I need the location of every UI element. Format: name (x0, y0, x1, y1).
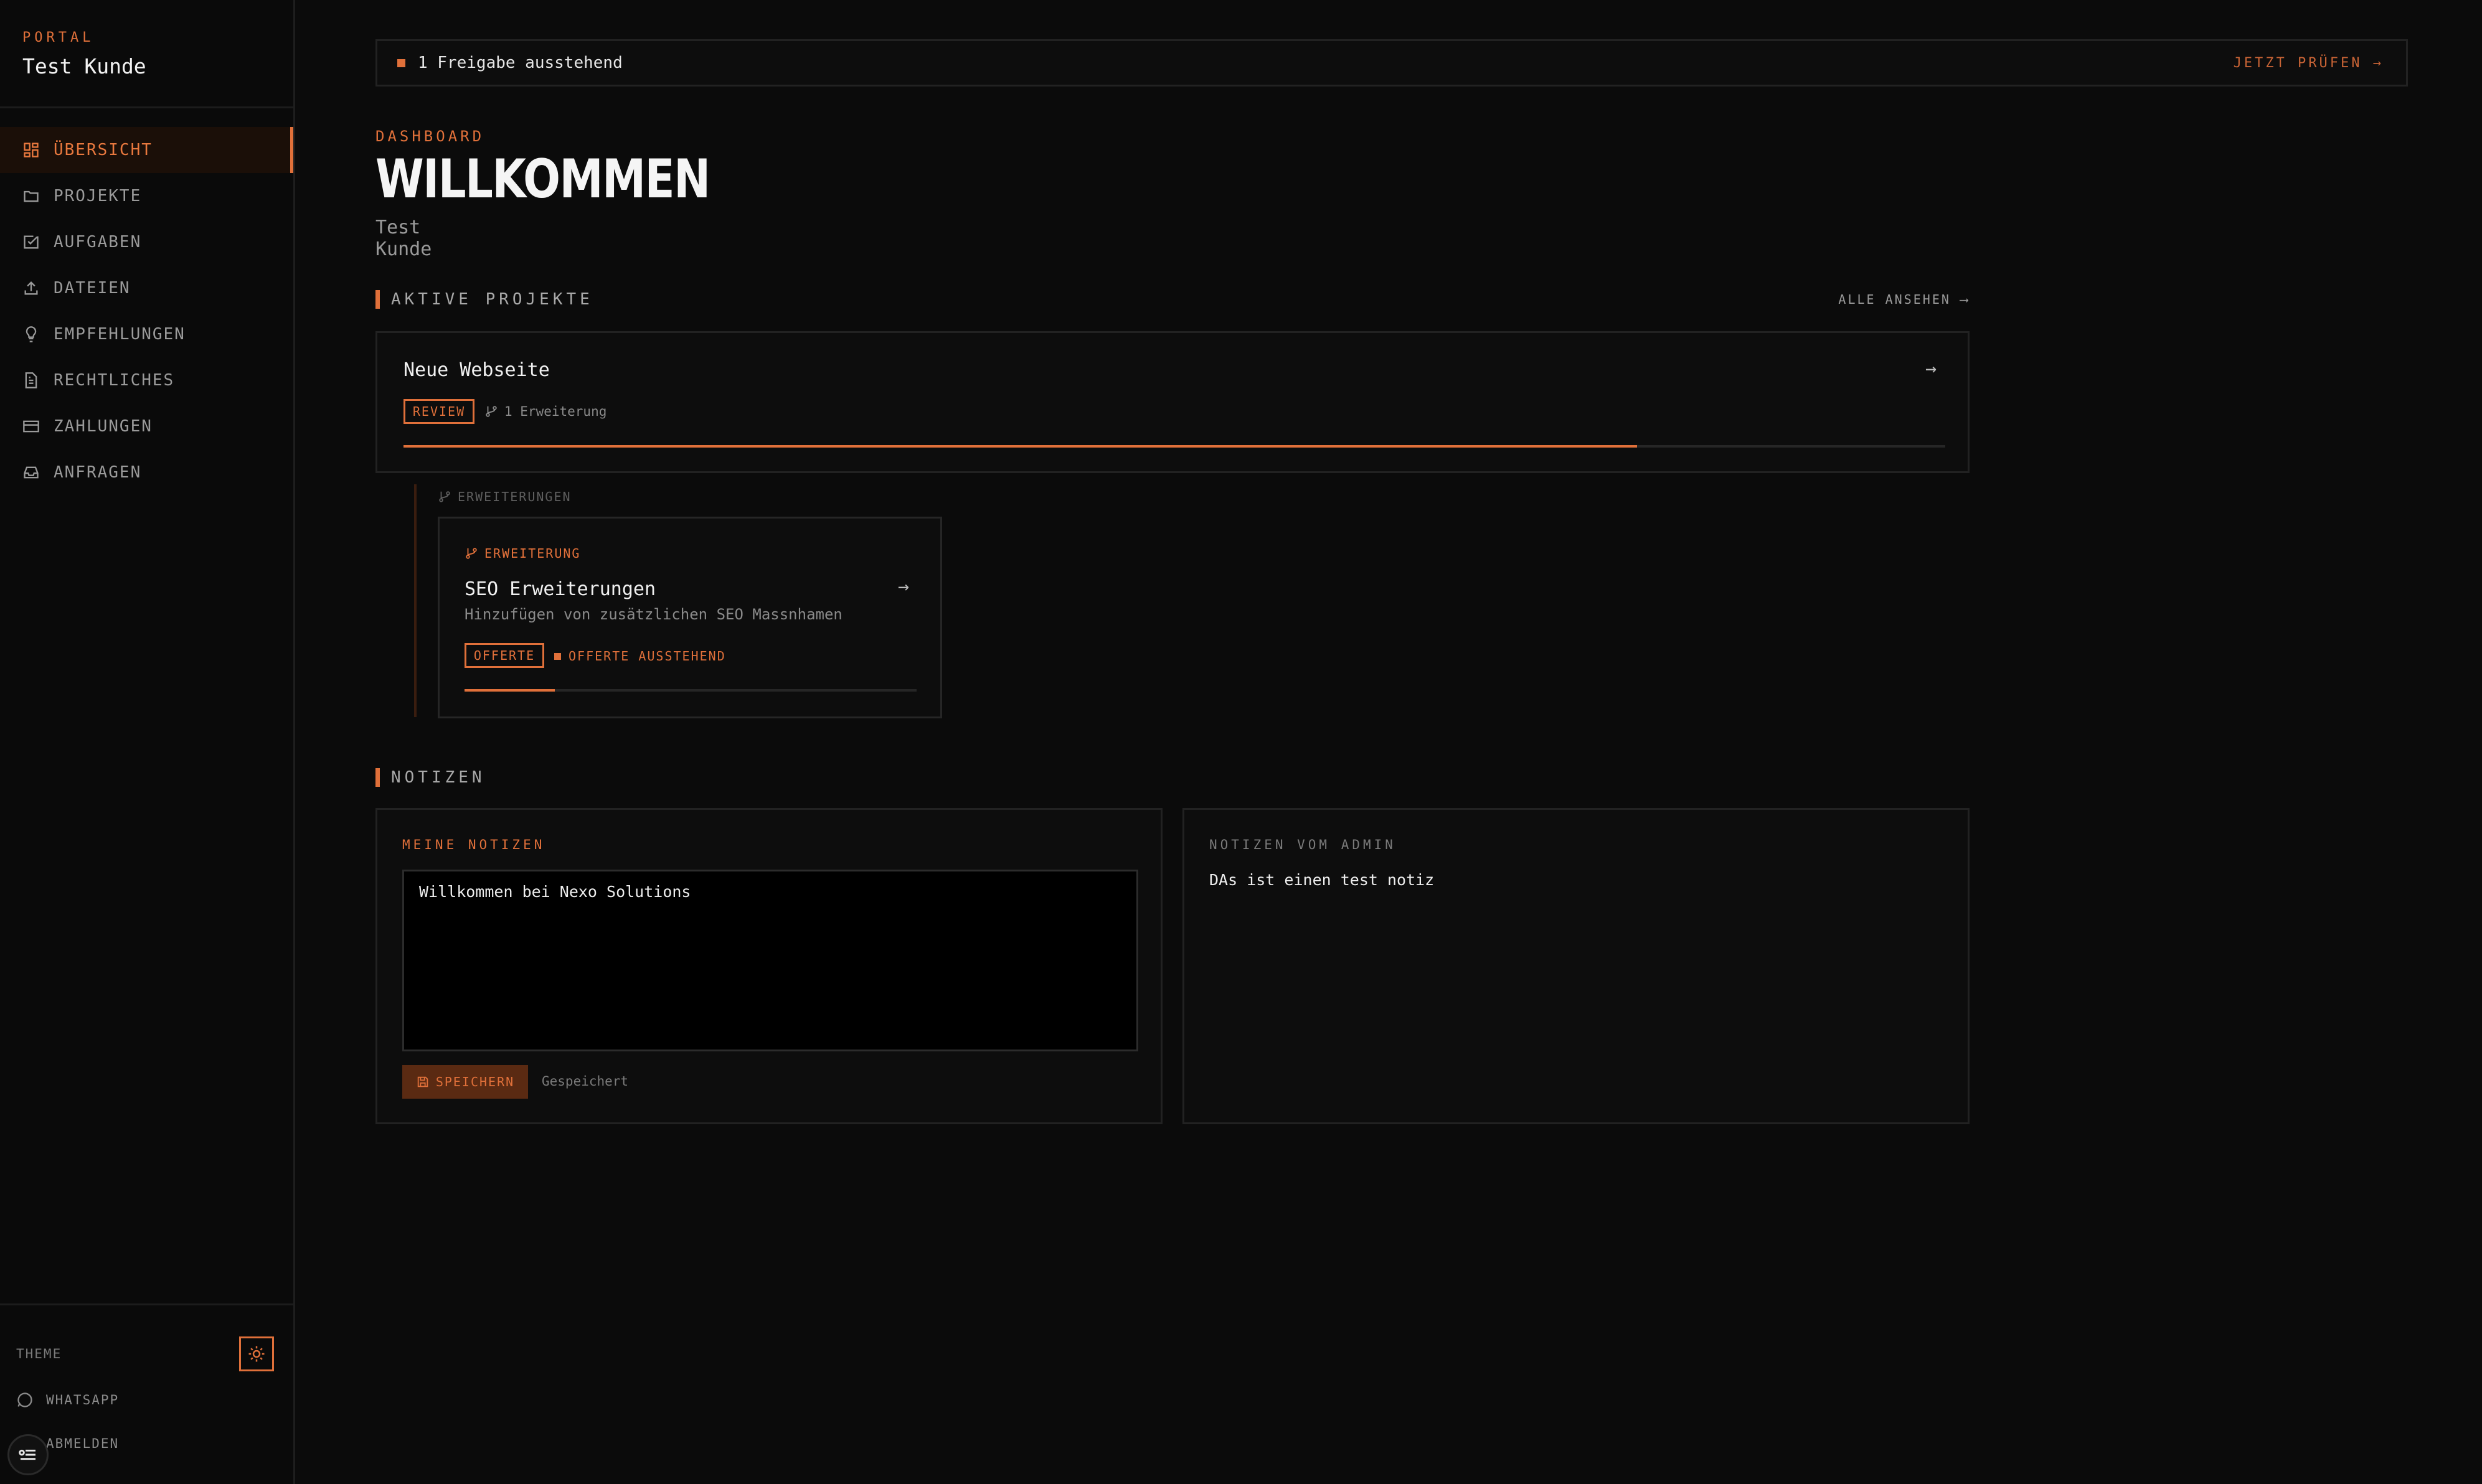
extensions-header: ERWEITERUNGEN (438, 489, 572, 504)
extension-kicker: ERWEITERUNG (465, 546, 580, 561)
notes-section-header: NOTIZEN (375, 768, 1970, 787)
pending-indicator (554, 652, 561, 660)
extension-rail (414, 484, 417, 717)
extension-count: 1 Erweiterung (484, 404, 606, 419)
upload-icon (24, 281, 38, 295)
section-title: AKTIVE PROJEKTE (375, 290, 593, 309)
pending-label: OFFERTE AUSSTEHEND (569, 649, 726, 664)
alert-text: 1 Freigabe ausstehend (418, 54, 623, 72)
admin-notes-text: DAs ist einen test notiz (1209, 871, 1435, 889)
status-badge: OFFERTE (465, 643, 544, 668)
admin-notes-kicker: NOTIZEN VOM ADMIN (1209, 837, 1396, 852)
project-card[interactable]: Neue Webseite → REVIEW 1 Erweiterung (375, 331, 1970, 473)
whatsapp-link[interactable]: WHATSAPP (16, 1391, 119, 1409)
sidebar: PORTAL Test Kunde ÜBERSICHT PROJEKTE AUF… (0, 0, 295, 1484)
sidebar-item-rechtliches[interactable]: RECHTLICHES (0, 357, 293, 403)
extension-progress-fill (465, 689, 555, 692)
document-icon (25, 372, 37, 388)
git-branch-icon (439, 491, 450, 502)
sidebar-item-projekte[interactable]: PROJEKTE (0, 173, 293, 219)
sun-icon (248, 1346, 265, 1362)
dashboard-icon (24, 143, 39, 157)
lightbulb-icon (26, 326, 37, 342)
sidebar-item-label: EMPFEHLUNGEN (54, 325, 186, 344)
status-badge: REVIEW (403, 399, 474, 424)
projects-section-header: AKTIVE PROJEKTE ALLE ANSEHEN ⟶ (375, 290, 1970, 309)
logout-label: ABMELDEN (46, 1436, 120, 1451)
save-button-label: SPEICHERN (435, 1074, 515, 1089)
extension-description: Hinzufügen von zusätzlichen SEO Massnham… (465, 606, 842, 623)
git-branch-icon (486, 406, 497, 417)
sidebar-item-dateien[interactable]: DATEIEN (0, 265, 293, 311)
extension-progress-bar (465, 689, 917, 692)
sidebar-item-label: DATEIEN (54, 279, 131, 298)
extension-card[interactable]: ERWEITERUNG SEO Erweiterungen → Hinzufüg… (438, 517, 942, 718)
approval-alert: 1 Freigabe ausstehend JETZT PRÜFEN → (375, 39, 2408, 87)
extension-count-label: 1 Erweiterung (504, 404, 607, 419)
sidebar-item-label: RECHTLICHES (54, 371, 175, 390)
sidebar-item-zahlungen[interactable]: ZAHLUNGEN (0, 403, 293, 449)
sidebar-item-label: ZAHLUNGEN (54, 417, 153, 436)
pending-status: OFFERTE AUSSTEHEND (554, 649, 726, 664)
theme-toggle-button[interactable] (239, 1336, 274, 1371)
theme-row: THEME (16, 1335, 274, 1373)
theme-label: THEME (16, 1346, 62, 1361)
sidebar-item-label: ANFRAGEN (54, 463, 142, 482)
floating-menu-button[interactable] (7, 1434, 49, 1475)
sidebar-item-label: PROJEKTE (54, 187, 142, 205)
sidebar-item-aufgaben[interactable]: AUFGABEN (0, 219, 293, 265)
admin-notes-card: NOTIZEN VOM ADMIN DAs ist einen test not… (1182, 808, 1970, 1124)
credit-card-icon (23, 420, 39, 433)
extensions-header-label: ERWEITERUNGEN (458, 489, 572, 504)
menu-icon (19, 1449, 35, 1460)
sidebar-item-label: ÜBERSICHT (54, 141, 153, 159)
project-progress-fill (403, 445, 1637, 448)
page-kicker: DASHBOARD (375, 128, 485, 145)
git-branch-icon (466, 548, 477, 559)
whatsapp-label: WHATSAPP (46, 1392, 120, 1407)
logout-link[interactable]: ABMELDEN (46, 1436, 119, 1451)
project-name: Neue Webseite (403, 359, 550, 381)
view-all-link[interactable]: ALLE ANSEHEN ⟶ (1838, 292, 1970, 307)
sidebar-footer: THEME WHATSAPP ABMELDEN (0, 1303, 293, 1484)
sidebar-item-uebersicht[interactable]: ÜBERSICHT (0, 127, 293, 173)
save-status: Gespeichert (542, 1074, 629, 1089)
sidebar-item-anfragen[interactable]: ANFRAGEN (0, 449, 293, 495)
my-notes-card: MEINE NOTIZEN Willkommen bei Nexo Soluti… (375, 808, 1163, 1124)
save-button[interactable]: SPEICHERN (402, 1065, 528, 1099)
review-now-link[interactable]: JETZT PRÜFEN → (2234, 55, 2384, 71)
checkbox-icon (24, 235, 39, 249)
project-progress-bar (403, 445, 1945, 448)
brand-kicker: PORTAL (22, 30, 95, 45)
sidebar-item-label: AUFGABEN (54, 233, 142, 251)
folder-icon (24, 190, 39, 202)
page-title: WILLKOMMEN (375, 148, 710, 210)
my-notes-kicker: MEINE NOTIZEN (402, 837, 545, 852)
inbox-icon (24, 466, 39, 479)
my-notes-textarea[interactable]: Willkommen bei Nexo Solutions (402, 870, 1138, 1051)
extension-title: SEO Erweiterungen (465, 578, 656, 600)
chat-bubble-icon (17, 1392, 32, 1407)
arrow-right-icon[interactable]: → (1925, 358, 1937, 380)
alert-indicator (397, 59, 405, 67)
section-title: NOTIZEN (375, 768, 486, 787)
brand-name: Test Kunde (22, 54, 146, 78)
page-subtitle: Test Kunde (375, 217, 432, 260)
save-icon (417, 1076, 428, 1087)
arrow-right-icon[interactable]: → (898, 576, 909, 598)
brand: PORTAL Test Kunde (0, 0, 293, 108)
sidebar-nav: ÜBERSICHT PROJEKTE AUFGABEN DATEIEN EMPF… (0, 127, 293, 495)
sidebar-item-empfehlungen[interactable]: EMPFEHLUNGEN (0, 311, 293, 357)
extension-kicker-label: ERWEITERUNG (484, 546, 581, 561)
